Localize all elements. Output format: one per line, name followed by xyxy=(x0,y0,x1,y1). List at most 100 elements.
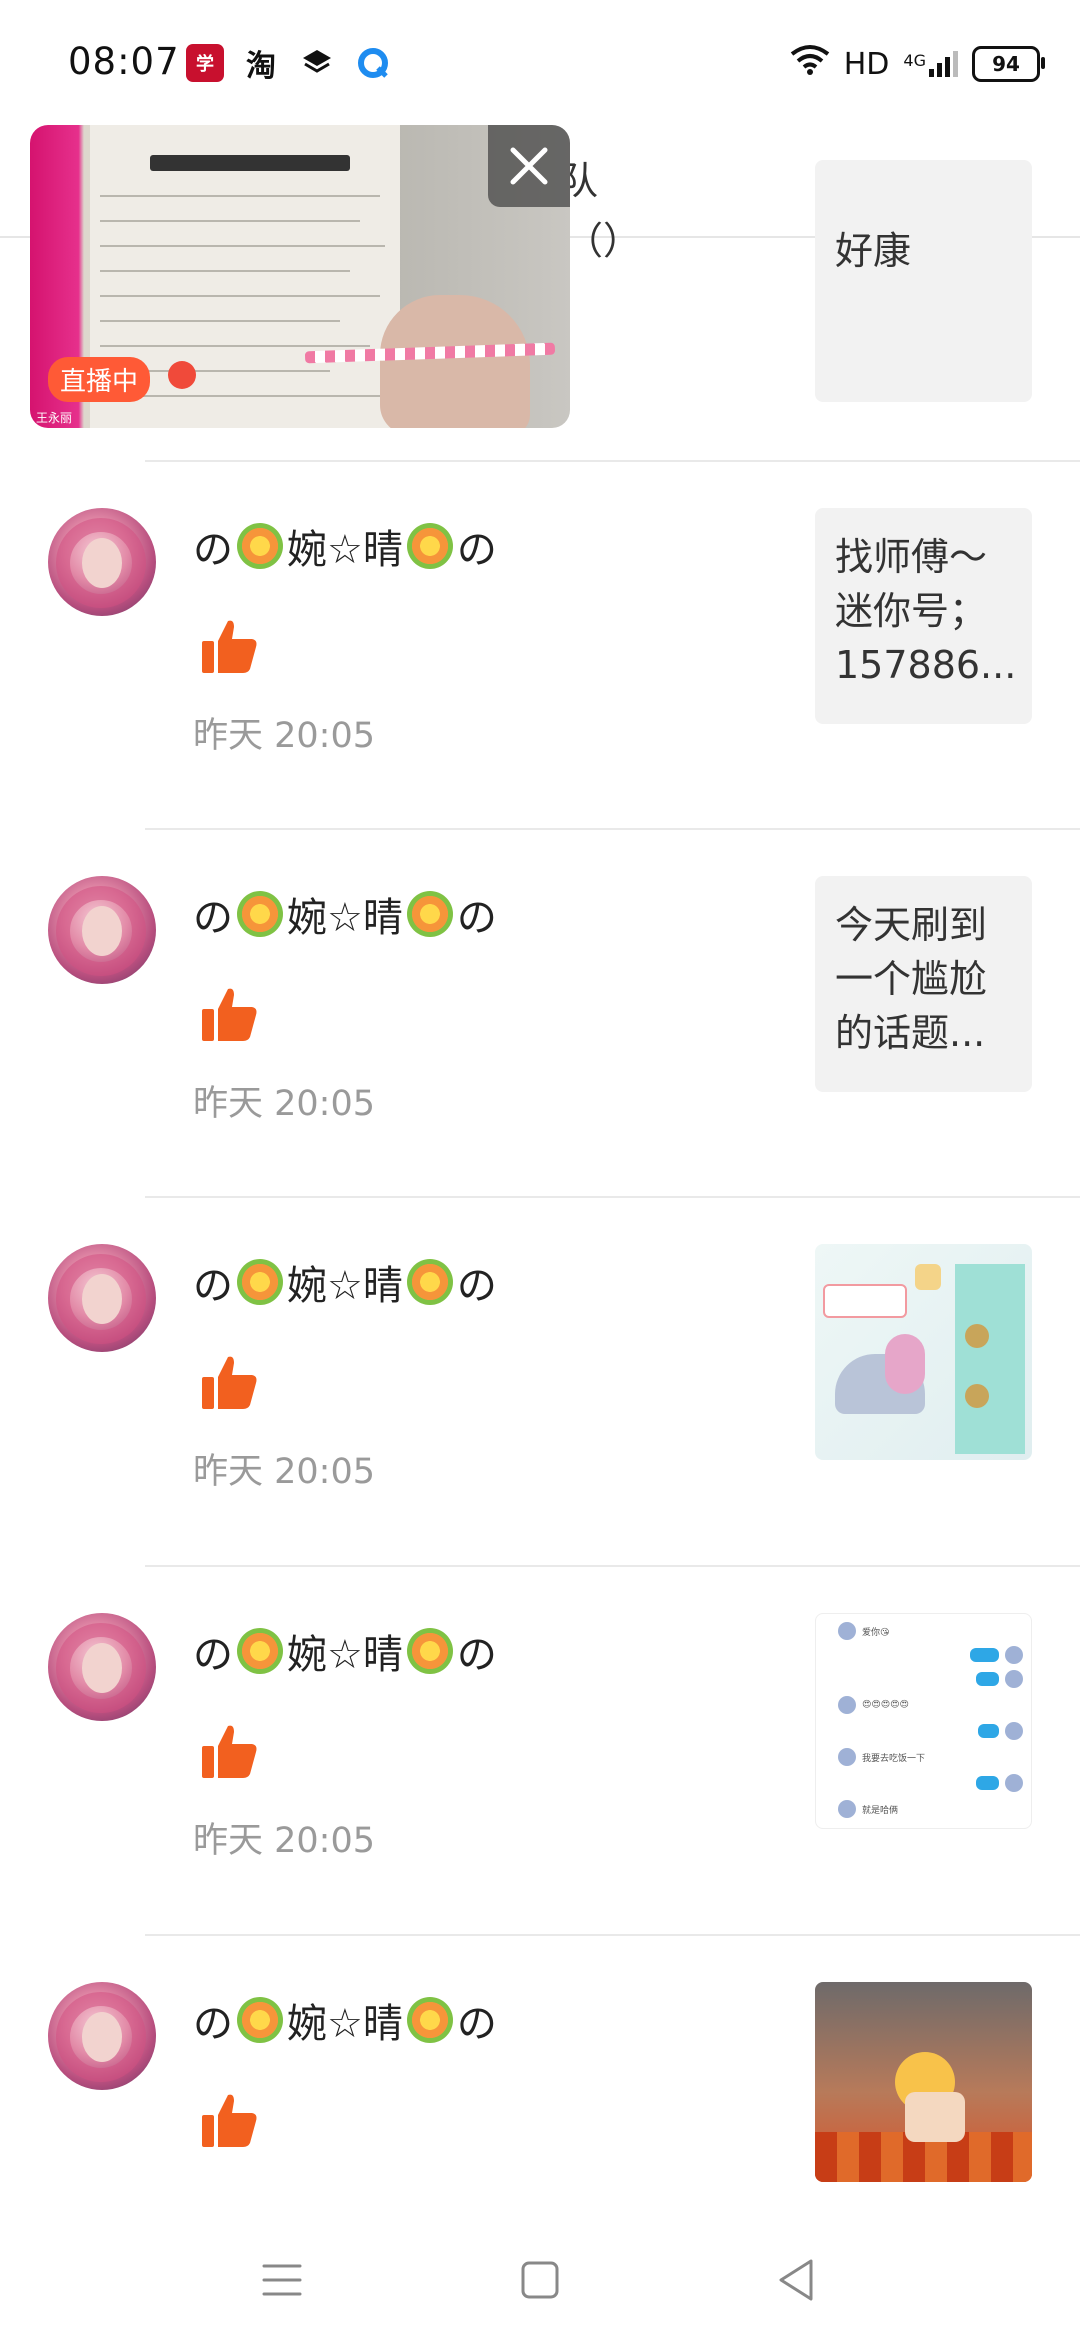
chat-line xyxy=(975,1670,1023,1688)
avatar[interactable] xyxy=(48,1982,156,2090)
live-indicator-dot xyxy=(168,361,196,389)
username-suffix: の xyxy=(456,1632,497,1678)
hd-label: HD xyxy=(843,46,890,82)
username-suffix: の xyxy=(456,2001,497,2047)
timestamp: 昨天 20:05 xyxy=(193,1452,375,1492)
partial-item-quote[interactable]: 好康 xyxy=(815,160,1032,402)
username[interactable]: の 婉☆晴 の xyxy=(193,885,497,943)
home-button[interactable] xyxy=(510,2250,570,2310)
username[interactable]: の 婉☆晴 の xyxy=(193,1253,497,1311)
timestamp: 昨天 20:05 xyxy=(193,716,375,756)
post-image-thumbnail[interactable] xyxy=(815,1982,1032,2182)
game-screenshot-image xyxy=(815,1244,1032,1460)
list-item[interactable]: の 婉☆晴 の 昨天 20:05 xyxy=(0,1198,1080,1566)
app-red-icon: 学 xyxy=(186,44,224,82)
back-button[interactable] xyxy=(766,2250,826,2310)
avatar[interactable] xyxy=(48,876,156,984)
username-prefix: の xyxy=(193,895,233,941)
avatar[interactable] xyxy=(48,1613,156,1721)
browser-icon xyxy=(354,44,392,82)
timestamp: 昨天 20:05 xyxy=(193,1821,375,1861)
flower-icon xyxy=(406,523,453,569)
chat-line-text: 爱你😘 xyxy=(862,1627,890,1638)
chat-line: 我要去吃饭一下 xyxy=(838,1748,925,1766)
chat-line: 就是哈俩 xyxy=(838,1800,898,1818)
flower-icon xyxy=(237,1628,283,1674)
game-scene-image xyxy=(815,1982,1032,2182)
thumbs-up-icon xyxy=(202,1725,257,1778)
live-badge: 直播中 xyxy=(48,357,151,402)
chat-line: 😍😍😍😍😍 xyxy=(838,1696,909,1714)
list-item[interactable]: の 婉☆晴 の 昨天 20:05 今天刷到一个尴尬的话题... xyxy=(0,830,1080,1198)
flower-icon xyxy=(237,523,283,569)
pip-live-video[interactable]: 直播中 王永丽 xyxy=(30,125,570,428)
post-image-thumbnail[interactable] xyxy=(815,1244,1032,1460)
status-time: 08:07 xyxy=(68,40,180,83)
partial-item-text: （） xyxy=(565,219,642,263)
back-icon xyxy=(779,2259,813,2301)
timestamp: 昨天 20:05 xyxy=(193,1084,375,1124)
menu-icon xyxy=(262,2264,302,2296)
chat-line-text: 就是哈俩 xyxy=(862,1805,899,1816)
battery-icon: 94 xyxy=(972,46,1045,82)
flower-icon xyxy=(406,891,453,937)
username-main: 婉☆晴 xyxy=(287,1263,403,1309)
username-suffix: の xyxy=(456,895,497,941)
flower-icon xyxy=(406,1997,453,2043)
quoted-post-text: 找师傅～迷你号；157886... xyxy=(835,535,1017,687)
system-nav-bar xyxy=(0,2210,1080,2340)
username-main: 婉☆晴 xyxy=(287,527,403,573)
signal-label: 4G xyxy=(903,51,926,70)
flower-icon xyxy=(237,1997,283,2043)
battery-level: 94 xyxy=(992,52,1020,76)
username[interactable]: の 婉☆晴 の xyxy=(193,517,497,575)
wifi-icon xyxy=(790,44,830,84)
username-prefix: の xyxy=(193,1263,233,1309)
username-prefix: の xyxy=(193,527,233,573)
layers-icon xyxy=(298,44,336,82)
pip-caption: 王永丽 xyxy=(36,411,73,425)
username-main: 婉☆晴 xyxy=(287,2001,403,2047)
username-suffix: の xyxy=(456,1263,497,1309)
quoted-post[interactable]: 今天刷到一个尴尬的话题... xyxy=(815,876,1032,1092)
username-main: 婉☆晴 xyxy=(287,895,403,941)
status-right: HD 4G 94 xyxy=(790,44,1045,84)
thumbs-up-icon xyxy=(202,988,257,1041)
username-prefix: の xyxy=(193,1632,233,1678)
list-item[interactable]: の 婉☆晴 の 昨天 20:05 爱你😘 😍😍😍😍😍 我要去吃饭一下 就是哈俩 xyxy=(0,1567,1080,1935)
username[interactable]: の 婉☆晴 の xyxy=(193,1991,497,2049)
username-prefix: の xyxy=(193,2001,233,2047)
chat-line-text: 😍😍😍😍😍 xyxy=(862,1700,909,1710)
pip-close-button[interactable] xyxy=(488,125,570,207)
partial-quote-text: 好康 xyxy=(835,229,912,273)
taobao-icon: 淘 xyxy=(246,49,276,84)
flower-icon xyxy=(406,1259,453,1305)
screen: 08:07 学 淘 HD 4G 94 队 （） 好康 の 婉☆晴 の 昨天 20… xyxy=(0,0,1080,2340)
chat-line xyxy=(969,1646,1023,1664)
chat-line xyxy=(975,1774,1023,1792)
avatar[interactable] xyxy=(48,508,156,616)
chat-line-text: 我要去吃饭一下 xyxy=(862,1753,926,1764)
post-image-thumbnail[interactable]: 爱你😘 😍😍😍😍😍 我要去吃饭一下 就是哈俩 xyxy=(815,1613,1032,1829)
home-icon xyxy=(521,2261,559,2299)
username-suffix: の xyxy=(456,527,497,573)
quoted-post-text: 今天刷到一个尴尬的话题... xyxy=(835,903,988,1055)
signal-icon: 4G xyxy=(903,51,958,77)
avatar[interactable] xyxy=(48,1244,156,1352)
list-item[interactable]: の 婉☆晴 の 昨天 20:05 找师傅～迷你号；157886... xyxy=(0,462,1080,830)
thumbs-up-icon xyxy=(202,620,257,673)
thumbs-up-icon xyxy=(202,2094,257,2147)
thumbs-up-icon xyxy=(202,1356,257,1409)
flower-icon xyxy=(237,891,283,937)
hand-video-frame xyxy=(380,295,530,428)
username-main: 婉☆晴 xyxy=(287,1632,403,1678)
chat-line: 爱你😘 xyxy=(838,1622,889,1640)
status-bar: 08:07 学 淘 HD 4G 94 xyxy=(0,0,1080,130)
close-icon xyxy=(510,147,548,185)
flower-icon xyxy=(406,1628,453,1674)
username[interactable]: の 婉☆晴 の xyxy=(193,1622,497,1680)
status-app-icons: 学 淘 xyxy=(186,44,392,84)
quoted-post[interactable]: 找师傅～迷你号；157886... xyxy=(815,508,1032,724)
menu-button[interactable] xyxy=(252,2250,312,2310)
chat-line xyxy=(978,1722,1023,1740)
